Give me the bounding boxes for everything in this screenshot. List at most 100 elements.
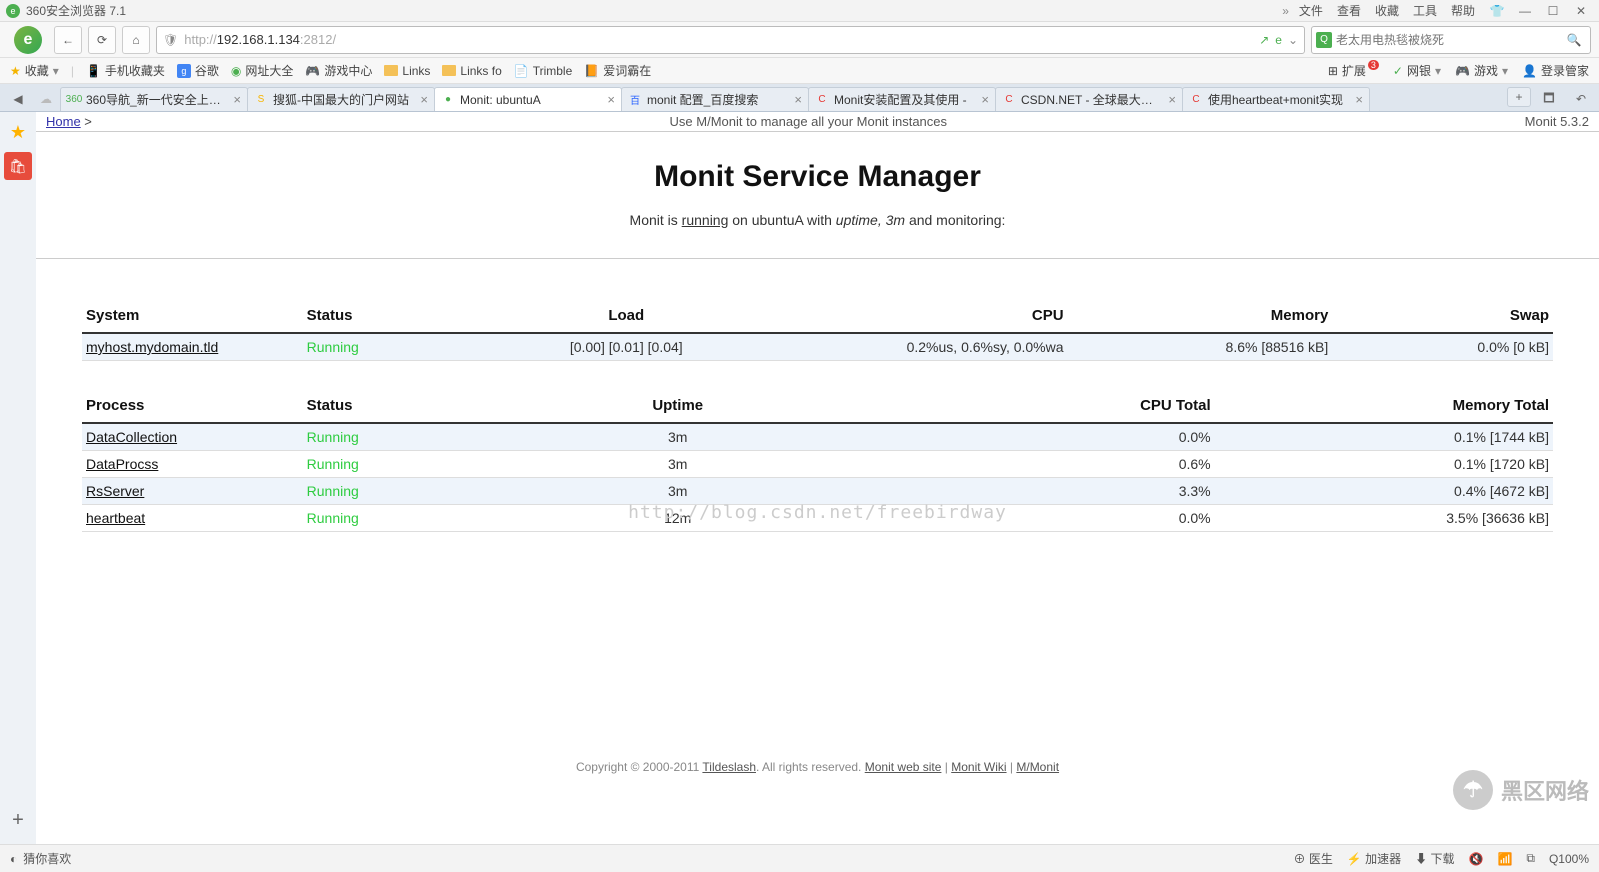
process-table: Process Status Uptime CPU Total Memory T… [82, 389, 1553, 532]
system-name-link[interactable]: myhost.mydomain.tld [86, 339, 218, 355]
sidebar-add-icon[interactable]: + [4, 806, 32, 834]
tab-label: 360导航_新一代安全上网导 [86, 91, 228, 108]
breadcrumb-message: Use M/Monit to manage all your Monit ins… [92, 114, 1525, 129]
search-box[interactable]: Q 🔍 [1311, 26, 1591, 54]
status-download[interactable]: ⬇ 下载 [1415, 850, 1454, 867]
browser-logo[interactable]: e [8, 22, 48, 58]
process-uptime: 3m [479, 423, 876, 451]
tab-4[interactable]: CMonit安装配置及其使用 - × [808, 87, 996, 111]
tab-undo-button[interactable]: ↶ [1567, 87, 1595, 111]
tab-label: Monit: ubuntuA [460, 93, 602, 107]
footer-link-mmonit[interactable]: M/Monit [1016, 760, 1059, 774]
new-tab-button[interactable]: + [1507, 87, 1531, 107]
login-button[interactable]: 👤登录管家 [1522, 62, 1589, 79]
compat-icon[interactable]: e [1275, 33, 1282, 47]
bookmark-linksfo[interactable]: Links fo [442, 64, 501, 78]
menu-view[interactable]: 查看 [1337, 2, 1361, 19]
tab-close-icon[interactable]: × [607, 92, 615, 107]
footer-tildeslash-link[interactable]: Tildeslash [702, 760, 756, 774]
menu-file[interactable]: 文件 [1299, 2, 1323, 19]
status-net-icon[interactable]: 📶 [1497, 852, 1512, 866]
tab-nav-back[interactable]: ◀ [4, 87, 32, 111]
sidebar-favorites-icon[interactable]: ★ [4, 118, 32, 146]
share-icon[interactable]: ↗ [1259, 33, 1269, 47]
process-name-link[interactable]: heartbeat [86, 510, 145, 526]
dropdown-icon[interactable]: ⌄ [1288, 33, 1298, 47]
menu-favorites[interactable]: 收藏 [1375, 2, 1399, 19]
back-button[interactable]: ← [54, 26, 82, 54]
menu-bar: 文件 查看 收藏 工具 帮助 [1299, 2, 1475, 19]
menu-tools[interactable]: 工具 [1413, 2, 1437, 19]
tab-close-icon[interactable]: × [1168, 92, 1176, 107]
tab-close-icon[interactable]: × [233, 92, 241, 107]
bookmark-dict[interactable]: 📙爱词霸在 [584, 62, 651, 79]
window-skin-button[interactable]: 👕 [1485, 2, 1509, 20]
home-button[interactable]: ⌂ [122, 26, 150, 54]
menu-arrow-icon[interactable]: » [1282, 4, 1289, 18]
tab-6[interactable]: C使用heartbeat+monit实现× [1182, 87, 1370, 111]
search-input[interactable] [1336, 33, 1558, 47]
bookmark-links[interactable]: Links [384, 64, 430, 78]
status-doctor[interactable]: ⊕ 医生 [1293, 850, 1332, 867]
tab-0[interactable]: 360360导航_新一代安全上网导× [60, 87, 248, 111]
search-provider-icon[interactable]: Q [1316, 32, 1332, 48]
games-button[interactable]: 🎮游戏▾ [1455, 62, 1508, 79]
address-input[interactable] [342, 32, 1253, 47]
window-minimize-button[interactable]: — [1513, 2, 1537, 20]
window-maximize-button[interactable]: ☐ [1541, 2, 1565, 20]
bank-button[interactable]: ✓网银▾ [1393, 62, 1441, 79]
bookmark-sites[interactable]: ◉网址大全 [231, 62, 294, 79]
tab-2[interactable]: ● Monit: ubuntuA × [434, 87, 622, 111]
tab-favicon: ● [441, 93, 455, 107]
process-mem: 0.4% [4672 kB] [1215, 478, 1553, 505]
tab-label: monit 配置_百度搜索 [647, 91, 789, 108]
status-like-icon[interactable]: ◐ [10, 852, 17, 866]
menu-help[interactable]: 帮助 [1451, 2, 1475, 19]
left-sidebar: ★ 🛍 + [0, 112, 36, 844]
status-split-icon[interactable]: ⧉ [1526, 851, 1535, 866]
process-cpu: 0.0% [876, 423, 1214, 451]
tab-1[interactable]: S搜狐-中国最大的门户网站× [247, 87, 435, 111]
process-status: Running [303, 478, 480, 505]
search-button[interactable]: 🔍 [1562, 28, 1586, 52]
bookmark-mobile[interactable]: 📱手机收藏夹 [86, 62, 165, 79]
process-name-link[interactable]: RsServer [86, 483, 144, 499]
favorites-button[interactable]: ★收藏▾ [10, 62, 59, 79]
process-cpu: 0.0% [876, 505, 1214, 532]
process-name-link[interactable]: DataProcss [86, 456, 158, 472]
address-bar[interactable]: 🛡 http://192.168.1.134:2812/ ↗ e ⌄ [156, 26, 1305, 54]
tab-5[interactable]: CCSDN.NET - 全球最大中文× [995, 87, 1183, 111]
reload-button[interactable]: ⟳ [88, 26, 116, 54]
system-row: myhost.mydomain.tld Running [0.00] [0.01… [82, 333, 1553, 361]
process-mem: 0.1% [1744 kB] [1215, 423, 1553, 451]
system-status: Running [303, 333, 480, 361]
bookmark-google[interactable]: g谷歌 [177, 62, 219, 79]
extensions-button[interactable]: ⊞扩展3 [1328, 62, 1379, 79]
status-zoom[interactable]: Q100% [1549, 852, 1589, 866]
breadcrumb-home-link[interactable]: Home [46, 114, 81, 129]
status-accel[interactable]: ⚡ 加速器 [1347, 850, 1401, 867]
tab-close-icon[interactable]: × [420, 92, 428, 107]
window-close-button[interactable]: ✕ [1569, 2, 1593, 20]
url-port: :2812/ [300, 32, 336, 47]
sidebar-shopping-icon[interactable]: 🛍 [4, 152, 32, 180]
tab-restore-button[interactable]: 🗖 [1535, 87, 1563, 111]
tab-close-icon[interactable]: × [1355, 92, 1363, 107]
footer-link-wiki[interactable]: Monit Wiki [951, 760, 1006, 774]
url-host: 192.168.1.134 [217, 32, 300, 47]
system-swap: 0.0% [0 kB] [1332, 333, 1553, 361]
footer-link-site[interactable]: Monit web site [865, 760, 942, 774]
window-title: 360安全浏览器 7.1 [26, 2, 1282, 19]
bookmark-games[interactable]: 🎮游戏中心 [305, 62, 372, 79]
process-mem: 3.5% [36636 kB] [1215, 505, 1553, 532]
process-name-link[interactable]: DataCollection [86, 429, 177, 445]
tab-close-icon[interactable]: × [794, 92, 802, 107]
status-mute-icon[interactable]: 🔇 [1468, 852, 1483, 866]
tab-label: 搜狐-中国最大的门户网站 [273, 91, 415, 108]
tab-close-icon[interactable]: × [981, 92, 989, 107]
bookmark-trimble[interactable]: 📄Trimble [514, 64, 573, 78]
tab-3[interactable]: 百monit 配置_百度搜索× [621, 87, 809, 111]
status-like-label[interactable]: 猜你喜欢 [23, 850, 71, 867]
browser-logo-icon: e [6, 4, 20, 18]
tab-cloud[interactable]: ☁ [32, 87, 60, 111]
